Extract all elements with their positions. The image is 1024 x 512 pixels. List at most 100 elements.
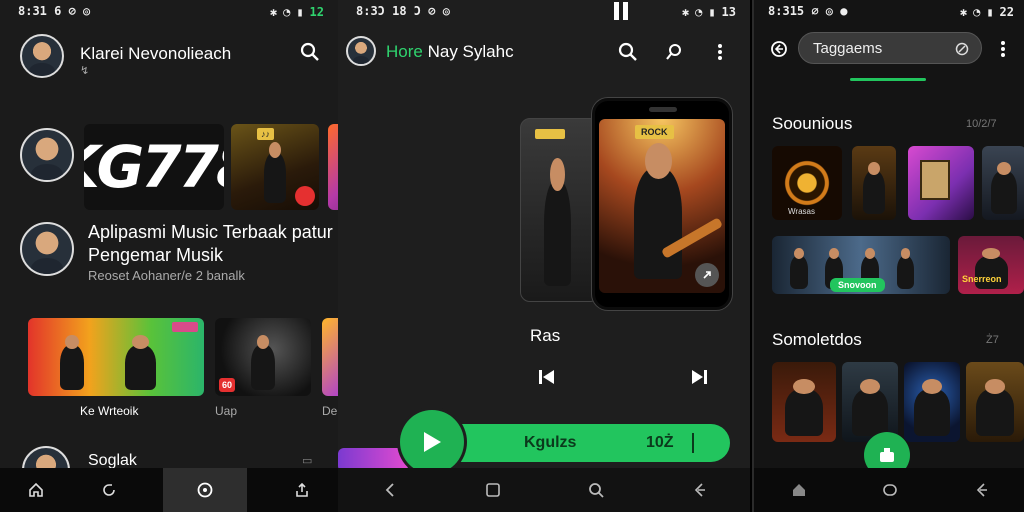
more-menu-icon[interactable] [994, 38, 1012, 60]
search-icon[interactable] [298, 40, 322, 64]
greeting: Hore Nay Sylahc [386, 42, 514, 62]
tile-amp[interactable] [908, 146, 974, 220]
headline-line2: Pengemar Musik [88, 245, 224, 265]
battery-icon: ▮ [986, 5, 994, 19]
headline: Aplipasmi Music Terbaak patur Pengema Mu… [88, 222, 338, 242]
tile-figure [974, 248, 1008, 290]
voice-search-icon[interactable] [953, 40, 971, 58]
bluetooth-icon: ✱ [681, 5, 690, 19]
divider [692, 433, 694, 453]
tile-vinyl[interactable]: Wrasas [772, 146, 842, 220]
profile-avatar[interactable] [20, 34, 64, 78]
tile-guitarist[interactable] [772, 362, 836, 442]
tile-red[interactable]: Snerreon [958, 236, 1024, 294]
search-icon[interactable] [616, 40, 640, 64]
home-screen: 8:31 6 ⊘ ◎ ✱ ◔ ▮ 12 Klarei Nevonolieach ↯ K… [0, 0, 338, 512]
poster-tag [535, 129, 565, 139]
search-input[interactable]: Taggaems [798, 32, 982, 64]
status-icons: 6 ⊘ ◎ [54, 4, 91, 18]
explore-icon[interactable] [163, 468, 248, 512]
wifi-icon: ◔ [973, 5, 981, 19]
previous-track-icon[interactable] [536, 366, 558, 388]
search-screen: 8:315 ∅ ◎ ● ✱ ◔ ▮ 22 Taggaems Soounious 10/… [752, 0, 1024, 512]
more-menu-icon[interactable] [710, 40, 730, 64]
tile-blue[interactable] [904, 362, 960, 442]
row-label-3: Dely [322, 404, 338, 418]
mic-icon[interactable] [662, 40, 686, 64]
share-icon[interactable] [284, 472, 320, 508]
search-value: Taggaems [813, 40, 883, 57]
greeting-name: Nay Sylahc [427, 42, 514, 61]
band-member [789, 248, 808, 290]
tile-portrait[interactable] [852, 146, 896, 220]
recent-icon[interactable] [681, 472, 717, 508]
row-label-2: Uap [215, 404, 238, 418]
guitarist-figure [634, 143, 683, 280]
back-icon[interactable] [963, 472, 999, 508]
red-badge: 60 [219, 378, 236, 392]
home-circle-icon[interactable] [872, 472, 908, 508]
player-screen: 8:3Ɔ 18 Ɔ ⊘ ◎ ✱ ◔ ▮ 13 Hore Nay Sylahc ROCK… [338, 0, 750, 512]
profile-name: Klarei Nevonolieach [80, 44, 232, 63]
band-banner[interactable]: Snovoon [772, 236, 950, 294]
back-icon[interactable] [768, 38, 790, 60]
status-time: 8:3Ɔ 18 [356, 4, 414, 18]
back-icon[interactable] [372, 472, 408, 508]
poster-title: ROCK [635, 125, 674, 139]
artist-avatar[interactable] [20, 128, 74, 182]
band-member [896, 248, 915, 290]
share-icon[interactable] [695, 263, 719, 287]
tile-face[interactable] [842, 362, 898, 442]
pause-icon[interactable] [612, 0, 630, 22]
section-title-1: Soounious [772, 114, 853, 133]
amp-shape [920, 160, 950, 200]
bottom-nav [0, 468, 338, 512]
tile-red-label: Snerreon [962, 274, 1002, 284]
label-tag [172, 322, 198, 332]
status-bar: 8:315 ∅ ◎ ● ✱ ◔ ▮ 22 [768, 4, 1014, 20]
tile-artist[interactable] [982, 146, 1024, 220]
album-card-concert[interactable] [328, 124, 338, 210]
mini-player-count: 10Ż [646, 434, 674, 451]
card-bw[interactable]: 60 [215, 318, 311, 396]
play-button[interactable] [400, 410, 464, 474]
tile-rock[interactable] [966, 362, 1024, 442]
artist-figure [124, 334, 157, 390]
album-art-figure [264, 142, 286, 204]
status-time: 8:3 [768, 4, 790, 18]
hero-title: KG778 [84, 133, 224, 201]
home-square-icon[interactable] [475, 472, 511, 508]
battery-level: 12 [309, 5, 324, 19]
featured-card[interactable] [28, 318, 204, 396]
card-guitar[interactable] [322, 318, 338, 396]
wifi-icon: ◔ [695, 5, 703, 19]
album-badge: ♪♪ [257, 128, 274, 140]
user-avatar[interactable] [346, 36, 376, 66]
home-icon[interactable] [781, 472, 817, 508]
system-nav [338, 468, 750, 512]
tile-figure [976, 378, 1014, 436]
channel-avatar[interactable] [20, 222, 74, 276]
cast-icon[interactable]: ▭ [302, 454, 312, 467]
previous-poster[interactable] [520, 118, 600, 302]
wifi-icon: ◔ [283, 5, 291, 19]
section-meta-2: Ż7 [986, 334, 999, 346]
now-playing-art[interactable]: ROCK [599, 119, 725, 293]
tile-figure [784, 378, 824, 436]
home-icon[interactable] [18, 472, 54, 508]
status-icons: 15 ∅ ◎ ● [789, 4, 848, 18]
status-bar: 8:31 6 ⊘ ◎ ✱ ◔ ▮ 12 [18, 4, 324, 20]
tile-caption: Wrasas [788, 207, 815, 216]
refresh-icon[interactable] [91, 472, 127, 508]
search-icon[interactable] [578, 472, 614, 508]
status-icons: Ɔ ⊘ ◎ [413, 4, 450, 18]
battery-level: 22 [999, 5, 1014, 19]
battery-icon: ▮ [708, 5, 716, 19]
tile-figure [863, 161, 885, 215]
hero-banner[interactable]: KG778 [84, 124, 224, 210]
mini-player-bar[interactable]: Kgulzs 10Ż [434, 424, 730, 462]
next-track-icon[interactable] [688, 366, 710, 388]
greeting-word: Hore [386, 42, 423, 61]
album-card-guitarist[interactable]: ♪♪ [231, 124, 319, 210]
profile-subtitle: ↯ [80, 65, 90, 77]
